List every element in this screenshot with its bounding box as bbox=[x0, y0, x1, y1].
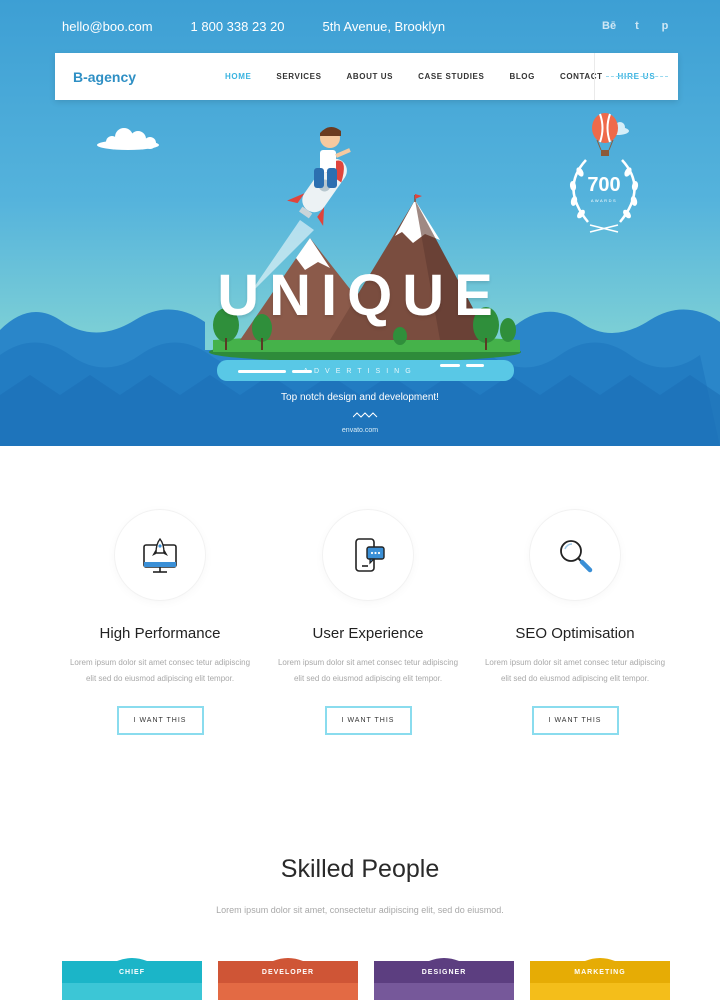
nav-item-blog[interactable]: BLOG bbox=[509, 72, 535, 81]
award-number: 700 bbox=[587, 174, 621, 196]
feature-icon-circle bbox=[323, 510, 413, 600]
section-subtitle: Lorem ipsum dolor sit amet, consectetur … bbox=[216, 905, 504, 915]
nav-item-about-us[interactable]: ABOUT US bbox=[347, 72, 394, 81]
hire-us-button[interactable]: HIRE US bbox=[594, 53, 678, 100]
i-want-this-button[interactable]: I WANT THIS bbox=[116, 706, 204, 735]
behance-icon[interactable]: Bē bbox=[602, 20, 616, 32]
i-want-this-button[interactable]: I WANT THIS bbox=[324, 706, 412, 735]
team-card-designer[interactable]: DESIGNER bbox=[374, 955, 514, 1000]
feature-description: Lorem ipsum dolor sit amet consec tetur … bbox=[484, 658, 666, 683]
cloud-icon bbox=[97, 128, 159, 150]
feature-description: Lorem ipsum dolor sit amet consec tetur … bbox=[277, 658, 459, 683]
team-card-body bbox=[62, 983, 202, 1000]
nav-item-home[interactable]: HOME bbox=[225, 72, 251, 81]
watermark: envato.com bbox=[341, 427, 379, 434]
pinterest-icon[interactable]: p bbox=[658, 20, 672, 32]
main-navbar: B-agency HOME SERVICES ABOUT US CASE STU… bbox=[55, 53, 678, 100]
hero-title: UNIQUE bbox=[217, 263, 503, 328]
hero-tagline: Top notch design and development! bbox=[281, 392, 439, 403]
twitter-icon[interactable]: t bbox=[630, 20, 644, 32]
award-label: AWARDS bbox=[590, 198, 618, 203]
contact-address: 5th Avenue, Brooklyn bbox=[322, 18, 446, 34]
team-card-marketing[interactable]: MARKETING bbox=[530, 955, 670, 1000]
brand-logo[interactable]: B-agency bbox=[73, 69, 225, 85]
team-card-chief[interactable]: CHIEF bbox=[62, 955, 202, 1000]
team-card-body bbox=[374, 983, 514, 1000]
team-card-body bbox=[530, 983, 670, 1000]
contact-phone[interactable]: 1 800 338 23 20 bbox=[191, 19, 285, 34]
social-links: Bē t p bbox=[602, 20, 672, 32]
nav-item-case-studies[interactable]: CASE STUDIES bbox=[418, 72, 484, 81]
character-illustration bbox=[314, 126, 351, 188]
team-card-body bbox=[218, 983, 358, 1000]
feature-title: SEO Optimisation bbox=[515, 625, 635, 642]
feature-icon-circle bbox=[530, 510, 620, 600]
nav-menu: HOME SERVICES ABOUT US CASE STUDIES BLOG… bbox=[225, 53, 628, 100]
awards-badge: 700 AWARDS bbox=[563, 150, 645, 234]
zigzag-divider-icon bbox=[353, 412, 378, 418]
hero-subtitle: ADVERTISING bbox=[303, 368, 417, 375]
feature-card-user-experience: User Experience Lorem ipsum dolor sit am… bbox=[273, 510, 463, 735]
contact-email[interactable]: hello@boo.com bbox=[62, 19, 153, 34]
section-title: Skilled People bbox=[280, 855, 440, 883]
team-card-label: MARKETING bbox=[530, 961, 670, 983]
hire-us-underline bbox=[606, 76, 668, 77]
team-card-developer[interactable]: DEVELOPER bbox=[218, 955, 358, 1000]
team-card-label: DESIGNER bbox=[374, 961, 514, 983]
feature-card-high-performance: High Performance Lorem ipsum dolor sit a… bbox=[65, 510, 255, 735]
magnifier-icon bbox=[560, 540, 593, 573]
feature-icon-circle bbox=[115, 510, 205, 600]
team-card-label: CHIEF bbox=[62, 961, 202, 983]
top-contact-bar: hello@boo.com 1 800 338 23 20 5th Avenue… bbox=[62, 16, 672, 36]
phone-chat-icon bbox=[355, 538, 385, 572]
feature-title: High Performance bbox=[99, 625, 221, 642]
team-card-label: DEVELOPER bbox=[218, 961, 358, 983]
feature-title: User Experience bbox=[312, 625, 424, 642]
feature-card-seo-optimisation: SEO Optimisation Lorem ipsum dolor sit a… bbox=[480, 510, 670, 735]
feature-description: Lorem ipsum dolor sit amet consec tetur … bbox=[69, 658, 251, 683]
rocket-monitor-icon bbox=[143, 537, 177, 573]
i-want-this-button[interactable]: I WANT THIS bbox=[531, 706, 619, 735]
hero-section: hello@boo.com 1 800 338 23 20 5th Avenue… bbox=[0, 0, 720, 446]
nav-item-services[interactable]: SERVICES bbox=[276, 72, 321, 81]
